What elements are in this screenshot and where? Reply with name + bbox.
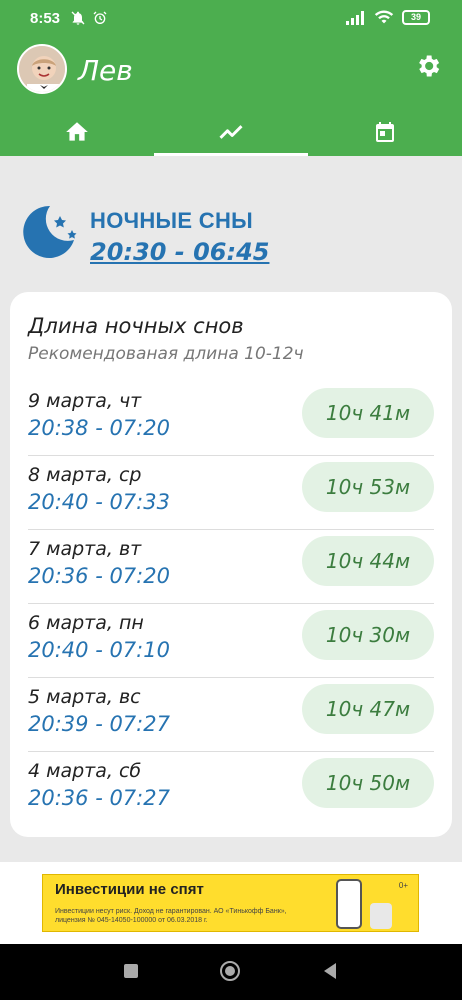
home-nav-icon[interactable] [219,960,241,982]
row-date: 6 марта, пн [28,612,144,634]
avatar[interactable] [17,44,67,94]
ad-disclaimer: Инвестиции несут риск. Доход не гарантир… [55,908,287,924]
row-time-range: 20:40 - 07:33 [28,490,170,514]
ad-area: Инвестиции не спят Инвестиции несут риск… [0,862,462,944]
home-icon [66,122,88,141]
recents-icon[interactable] [122,962,140,980]
battery-indicator: 39 [402,10,430,25]
signal-icon [346,10,364,25]
notifications-off-icon [71,11,85,25]
nights-time-range[interactable]: 20:30 - 06:45 [90,238,269,266]
moon-stars-icon [23,205,77,258]
calendar-icon [376,122,394,142]
duration-badge: 10ч 47м [302,684,434,734]
status-time: 8:53 [30,10,61,27]
tab-calendar[interactable] [308,108,462,156]
row-time-range: 20:39 - 07:27 [28,712,170,736]
phone-image [336,879,362,929]
duration-badge: 10ч 30м [302,610,434,660]
row-date: 7 марта, вт [28,538,142,560]
row-date: 5 марта, вс [28,686,141,708]
speaker-image [370,903,392,929]
duration-badge: 10ч 44м [302,536,434,586]
status-bar: 8:53 39 [0,0,462,36]
row-time-range: 20:40 - 07:10 [28,638,170,662]
card-title: Длина ночных снов [28,314,244,338]
tab-bar [0,108,462,156]
tab-home[interactable] [0,108,154,156]
ad-title: Инвестиции не спят [55,881,204,898]
system-nav-bar [0,944,462,1000]
ad-age-rating: 0+ [398,881,408,890]
app-header: Лев [0,36,462,156]
nights-title: НОЧНЫЕ СНЫ [90,208,253,233]
wifi-icon [374,10,394,24]
night-sleep-summary: НОЧНЫЕ СНЫ 20:30 - 06:45 [20,196,440,268]
ad-banner[interactable]: Инвестиции не спят Инвестиции несут риск… [42,874,419,932]
sleep-length-card: Длина ночных снов Рекомендованая длина 1… [10,292,452,837]
row-time-range: 20:36 - 07:20 [28,564,170,588]
row-date: 8 марта, ср [28,464,142,486]
card-subtitle: Рекомендованая длина 10-12ч [28,344,304,364]
chart-line-icon [219,125,243,139]
back-icon[interactable] [322,962,338,980]
alarm-icon [93,11,107,24]
tab-statistics[interactable] [154,108,308,156]
duration-badge: 10ч 41м [302,388,434,438]
list-item[interactable]: 7 марта, вт 20:36 - 07:20 10ч 44м [28,530,434,604]
list-item[interactable]: 4 марта, сб 20:36 - 07:27 10ч 50м [28,752,434,826]
row-time-range: 20:38 - 07:20 [28,416,170,440]
gear-icon[interactable] [414,52,442,80]
row-date: 4 марта, сб [28,760,142,782]
username[interactable]: Лев [78,54,133,87]
duration-badge: 10ч 50м [302,758,434,808]
list-item[interactable]: 5 марта, вс 20:39 - 07:27 10ч 47м [28,678,434,752]
list-item[interactable]: 6 марта, пн 20:40 - 07:10 10ч 30м [28,604,434,678]
duration-badge: 10ч 53м [302,462,434,512]
row-date: 9 марта, чт [28,390,142,412]
row-time-range: 20:36 - 07:27 [28,786,170,810]
list-item[interactable]: 8 марта, ср 20:40 - 07:33 10ч 53м [28,456,434,530]
list-item[interactable]: 9 марта, чт 20:38 - 07:20 10ч 41м [28,382,434,456]
